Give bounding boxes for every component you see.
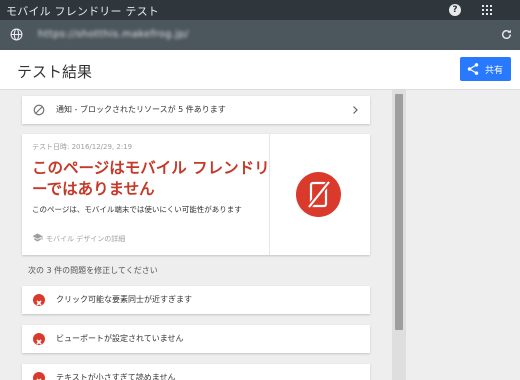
issue-label: ビューポートが設定されていません <box>56 334 184 343</box>
error-icon <box>33 372 45 380</box>
apps-grid-icon[interactable] <box>482 5 492 15</box>
blocked-resources-text: 通知 - ブロックされたリソースが 5 件あります <box>56 105 226 114</box>
scrollbar-thumb[interactable] <box>395 94 403 330</box>
reload-icon[interactable] <box>500 28 513 41</box>
url-text[interactable]: https://shotthis.makefrog.jp/ <box>38 29 189 40</box>
error-icon <box>33 333 45 345</box>
issue-item[interactable]: テキストが小さすぎて読めません <box>22 364 370 380</box>
error-icon <box>33 294 45 306</box>
not-mobile-friendly-icon <box>296 172 341 217</box>
result-description: このページは、モバイル端末では使いにくい可能性があります <box>32 205 242 214</box>
test-result-card: テスト日時: 2016/12/29, 2:19 このページはモバイル フレンドリ… <box>22 134 370 255</box>
address-bar: https://shotthis.makefrog.jp/ <box>0 20 520 50</box>
share-label: 共有 <box>485 66 504 76</box>
chevron-right-icon <box>353 106 358 114</box>
issue-item[interactable]: クリック可能な要素同士が近すぎます <box>22 286 370 314</box>
help-icon[interactable]: ? <box>449 4 461 16</box>
graduation-cap-icon <box>32 233 43 242</box>
results-content: 通知 - ブロックされたリソースが 5 件あります テスト日時: 2016/12… <box>0 90 520 380</box>
issues-heading: 次の 3 件の問題を修正してください <box>28 266 158 275</box>
issue-label: クリック可能な要素同士が近すぎます <box>56 295 192 304</box>
share-button[interactable]: 共有 <box>460 57 511 81</box>
page-title: テスト結果 <box>17 63 93 81</box>
test-date: テスト日時: 2016/12/29, 2:19 <box>32 143 133 151</box>
app-title: モバイル フレンドリー テスト <box>6 5 159 18</box>
issue-item[interactable]: ビューポートが設定されていません <box>22 325 370 353</box>
app-title-bar: モバイル フレンドリー テスト ? <box>0 0 520 20</box>
result-headline: このページはモバイル フレンドリーではありません <box>32 159 270 198</box>
mobile-design-link-text: モバイル デザインの詳細 <box>46 235 126 243</box>
blocked-icon <box>33 104 45 116</box>
share-icon <box>467 63 479 75</box>
blocked-resources-card[interactable]: 通知 - ブロックされたリソースが 5 件あります <box>22 96 370 124</box>
results-header: テスト結果 共有 <box>0 50 520 90</box>
card-divider <box>269 134 270 255</box>
globe-icon <box>10 28 23 41</box>
issue-label: テキストが小さすぎて読めません <box>56 373 176 380</box>
